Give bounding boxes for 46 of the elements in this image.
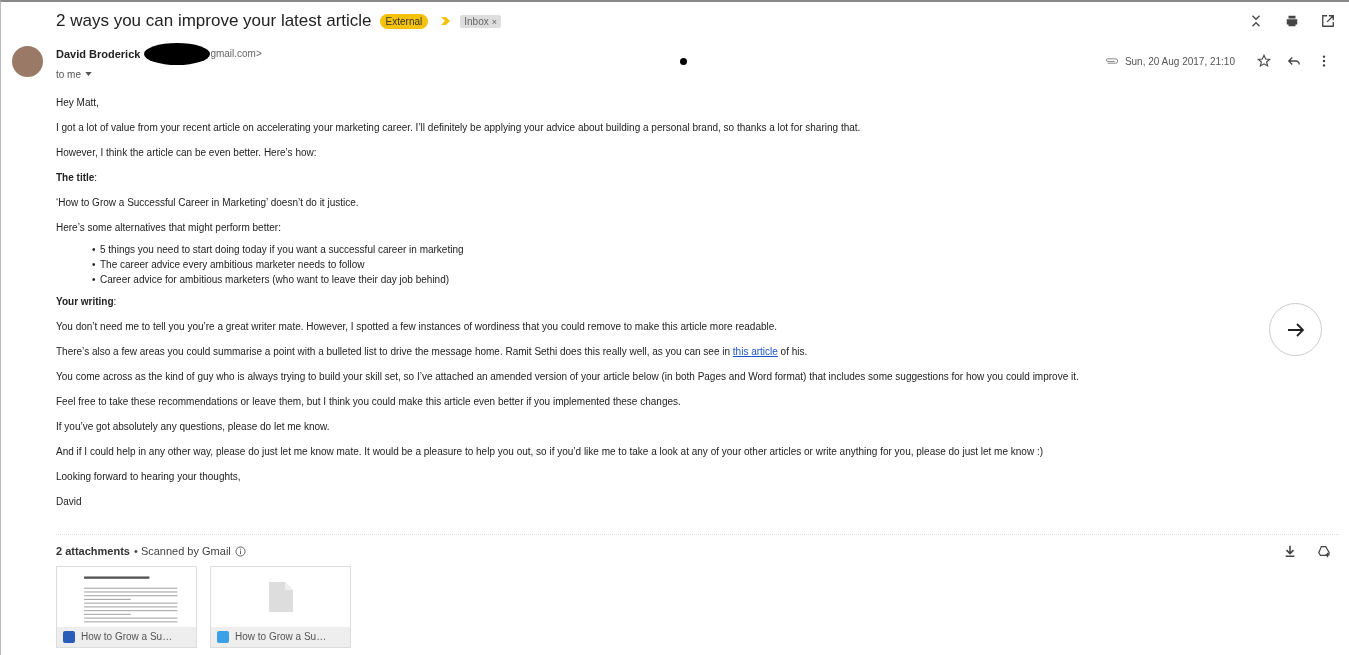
star-icon[interactable]	[1257, 54, 1271, 68]
dot-mark	[679, 57, 687, 65]
attachments-count: 2 attachments	[56, 545, 130, 557]
email-subject: 2 ways you can improve your latest article	[56, 11, 372, 31]
body-paragraph: Looking forward to hearing your thoughts,	[56, 470, 242, 483]
attachment-card[interactable]: How to Grow a Su…	[56, 566, 197, 648]
body-paragraph: You don’t need me to tell you you’re a great writer mate. However, I spotted a few instances of wordiness that you could remove to make this article more readable.	[56, 320, 779, 333]
body-paragraph: However, I think the article can be even better. Here’s how:	[56, 146, 318, 159]
collapse-icon[interactable]	[1249, 14, 1263, 28]
download-icon[interactable]	[1283, 544, 1297, 558]
list-item: • The career advice every ambitious marketer needs to follow	[92, 258, 365, 272]
body-paragraph: David	[56, 495, 83, 508]
body-paragraph: ‘How to Grow a Successful Career in Marketing’ doesn’t do it justice.	[56, 196, 360, 209]
article-link[interactable]: this article	[732, 346, 778, 357]
next-arrow-button[interactable]	[1269, 303, 1322, 356]
attachment-name: How to Grow a Su…	[81, 631, 173, 642]
list-item: • 5 things you need to start doing today if you want a successful career in marketing	[92, 243, 464, 257]
importance-marker-icon[interactable]	[440, 16, 453, 26]
sender-name: David Broderick	[56, 47, 141, 60]
file-icon	[268, 582, 293, 612]
avatar	[12, 45, 43, 77]
open-in-new-window-icon[interactable]	[1321, 14, 1335, 28]
label-tag[interactable]: External	[379, 13, 429, 29]
list-item: • Career advice for ambitious marketers (who want to leave their day job behind)	[92, 273, 450, 287]
attachment-name: How to Grow a Su…	[235, 631, 327, 642]
body-paragraph: Feel free to take these recommendations or leave them, but I think you could make this article even better if you implemented these changes.	[56, 395, 682, 408]
body-paragraph: Hey Matt,	[56, 96, 100, 109]
scan-note: • Scanned by Gmail	[134, 545, 231, 557]
reply-icon[interactable]	[1287, 54, 1301, 68]
body-paragraph: I got a lot of value from your recent article on accelerating your marketing career. I’ll definitely be applying your advice about building a personal brand, so thanks a lot for sharing that.	[56, 121, 862, 134]
label-tag[interactable]: Inbox ×	[460, 14, 501, 28]
sender-email: gmail.com>	[210, 48, 262, 59]
attachment-card[interactable]: How to Grow a Su…	[210, 566, 351, 648]
pages-file-icon	[217, 631, 229, 643]
caret-icon[interactable]	[85, 72, 92, 76]
body-paragraph: And if I could help in any other way, please do just let me know mate. It would be a pleasure to help you out, so if you’d like me to take a look at any of your other articles or write anything for you, please do just let me know :)	[56, 445, 1044, 458]
word-file-icon	[63, 631, 75, 643]
info-icon[interactable]	[234, 545, 246, 557]
body-paragraph: If you’ve got absolutely any questions, please do let me know.	[56, 420, 331, 433]
body-paragraph: Your writing:	[56, 295, 118, 308]
body-paragraph: The title:	[56, 171, 99, 184]
email-date: Sun, 20 Aug 2017, 21:10	[1124, 55, 1235, 67]
body-paragraph: Here’s some alternatives that might perform better:	[56, 221, 282, 234]
recipient-label: to me	[56, 68, 81, 80]
print-icon[interactable]	[1285, 14, 1299, 28]
body-paragraph: You come across as the kind of guy who is always trying to build your skill set, so I’ve attached an amended version of your article below (in both Pages and Word format) that includes some suggestions for how you could improve it.	[56, 370, 1080, 383]
